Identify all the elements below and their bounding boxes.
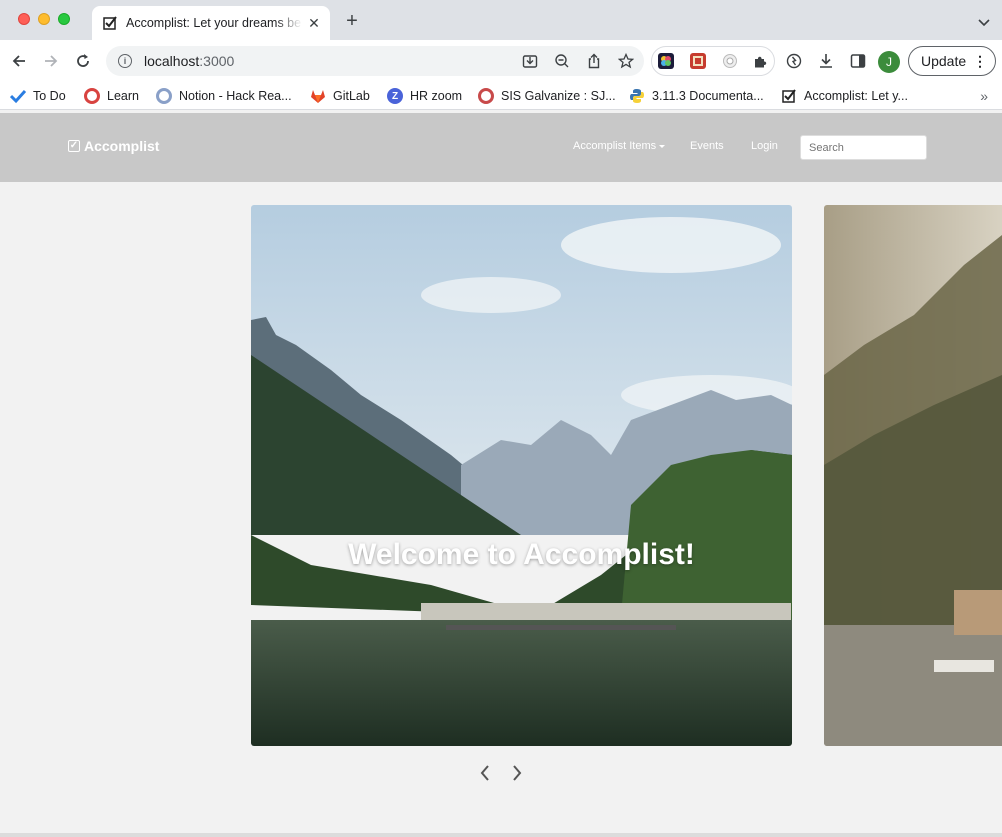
bookmark-star-icon[interactable] xyxy=(618,53,634,69)
todo-check-icon xyxy=(10,88,26,104)
carousel-prev-chevron-icon[interactable] xyxy=(475,762,495,784)
bookmark-hr-zoom[interactable]: Z HR zoom xyxy=(387,87,462,105)
brand-logo[interactable]: ✓ Accomplist xyxy=(68,138,159,154)
mountain-lake-icon xyxy=(251,205,792,746)
update-button[interactable]: Update ⋮ xyxy=(908,46,996,76)
bookmark-todo[interactable]: To Do xyxy=(10,87,66,105)
bookmark-gitlab[interactable]: GitLab xyxy=(310,87,370,105)
notion-ring-icon xyxy=(156,88,172,104)
browser-toolbar: i localhost:3000 J Update ⋮ xyxy=(0,40,1002,82)
close-window-button[interactable] xyxy=(18,13,30,25)
learn-ring-icon xyxy=(84,88,100,104)
maximize-window-button[interactable] xyxy=(58,13,70,25)
tab-title: Accomplist: Let your dreams be xyxy=(126,16,302,30)
bookmark-notion[interactable]: Notion - Hack Rea... xyxy=(156,87,292,105)
brand-name: Accomplist xyxy=(84,138,160,154)
bookmark-sis-galvanize[interactable]: SIS Galvanize : SJ... xyxy=(478,87,616,105)
bookmark-python-docs[interactable]: 3.11.3 Documenta... xyxy=(629,87,764,105)
window-bottom-edge xyxy=(0,833,1002,837)
bookmark-label: To Do xyxy=(33,89,66,103)
bookmark-label: SIS Galvanize : SJ... xyxy=(501,89,616,103)
bookmark-label: Learn xyxy=(107,89,139,103)
url-port: :3000 xyxy=(199,53,235,69)
bookmark-learn[interactable]: Learn xyxy=(84,87,139,105)
bookmarks-overflow-icon[interactable]: » xyxy=(980,88,988,104)
reload-icon[interactable] xyxy=(73,51,93,71)
bookmark-label: HR zoom xyxy=(410,89,463,103)
carousel-slide-next xyxy=(824,205,1002,746)
slide-title: Welcome to Accomplist! xyxy=(348,538,695,571)
address-bar[interactable]: i localhost:3000 xyxy=(106,46,644,76)
update-button-label: Update xyxy=(921,53,967,69)
tab-search-chevron-icon[interactable] xyxy=(978,14,990,32)
site-search-input[interactable] xyxy=(800,135,927,160)
browser-tab[interactable]: Accomplist: Let your dreams be ✕ xyxy=(92,6,330,40)
bookmark-label: GitLab xyxy=(333,89,370,103)
game-extension-icon[interactable] xyxy=(690,53,706,69)
accomplist-favicon-icon xyxy=(102,15,118,31)
gitlab-fox-icon xyxy=(310,88,326,104)
back-arrow-icon[interactable] xyxy=(9,51,29,71)
minimize-window-button[interactable] xyxy=(38,13,50,25)
browser-menu-kebab-icon[interactable]: ⋮ xyxy=(973,53,987,69)
forward-arrow-icon[interactable] xyxy=(41,51,61,71)
lakeside-village-icon xyxy=(824,205,1002,746)
install-app-icon[interactable] xyxy=(522,53,538,69)
extensions-group xyxy=(651,46,775,76)
python-icon xyxy=(629,88,645,104)
bookmark-label: Notion - Hack Rea... xyxy=(179,89,292,103)
nav-items-label: Accomplist Items xyxy=(573,140,657,152)
brand-check-icon: ✓ xyxy=(68,140,80,152)
extensions-puzzle-icon[interactable] xyxy=(753,53,769,69)
site-info-icon[interactable]: i xyxy=(118,54,132,68)
browser-tab-strip: Accomplist: Let your dreams be ✕ + xyxy=(0,0,1002,40)
nav-events-link[interactable]: Events xyxy=(690,140,724,152)
zoom-z-icon: Z xyxy=(387,88,403,104)
downloads-icon[interactable] xyxy=(817,52,835,70)
side-panel-icon[interactable] xyxy=(849,52,867,70)
tab-close-icon[interactable]: ✕ xyxy=(306,15,322,32)
camera-extension-icon[interactable] xyxy=(722,53,738,69)
share-icon[interactable] xyxy=(586,53,602,69)
zoom-out-icon[interactable] xyxy=(554,53,570,69)
profile-avatar[interactable]: J xyxy=(878,51,900,73)
caret-down-icon xyxy=(659,144,666,148)
bookmark-accomplist[interactable]: Accomplist: Let y... xyxy=(781,87,908,105)
carousel-slide-active: Welcome to Accomplist! xyxy=(251,205,792,746)
sis-ring-icon xyxy=(478,88,494,104)
bookmark-label: Accomplist: Let y... xyxy=(804,89,908,103)
bookmark-label: 3.11.3 Documenta... xyxy=(652,89,764,103)
bookmarks-bar: To Do Learn Notion - Hack Rea... GitLab … xyxy=(0,82,1002,110)
accomplist-check-icon xyxy=(781,88,797,104)
color-picker-extension-icon[interactable] xyxy=(658,53,674,69)
new-tab-plus-icon[interactable]: + xyxy=(342,10,362,32)
url-host: localhost xyxy=(144,53,200,69)
site-navbar: ✓ Accomplist Accomplist Items Events Log… xyxy=(0,113,1002,182)
history-sync-icon[interactable] xyxy=(785,52,803,70)
carousel-next-chevron-icon[interactable] xyxy=(507,762,527,784)
nav-login-link[interactable]: Login xyxy=(751,140,778,152)
nav-accomplist-items-dropdown[interactable]: Accomplist Items xyxy=(573,140,666,152)
